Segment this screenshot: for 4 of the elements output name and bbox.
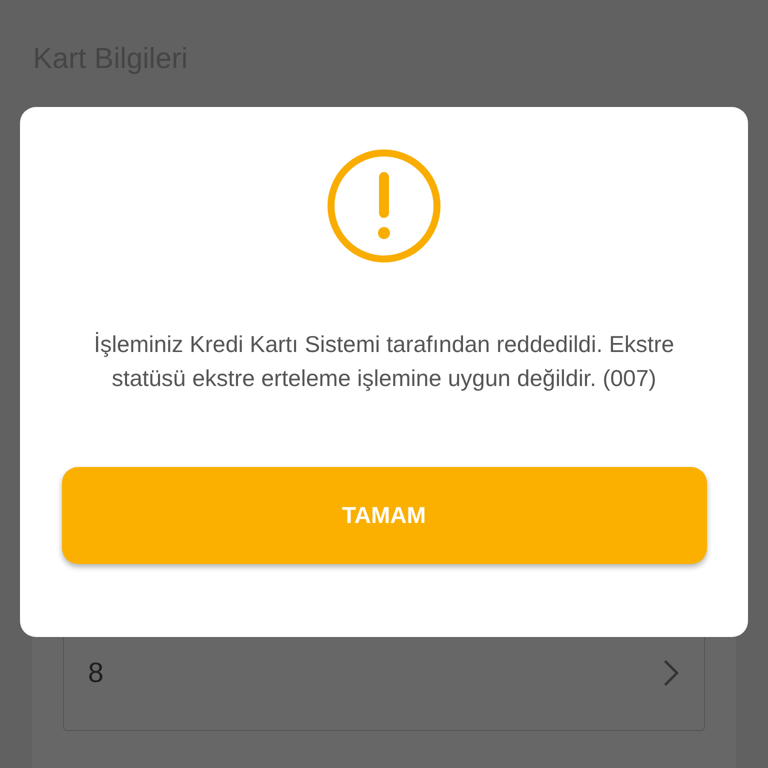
chevron-right-icon bbox=[662, 658, 680, 688]
error-message: İşleminiz Kredi Kartı Sistemi tarafından reddedildi. Ekstre statüsü ekstre erteleme işlemine uygun değildir. (007) bbox=[92, 330, 676, 393]
ok-button[interactable]: TAMAM bbox=[62, 467, 706, 564]
warning-icon bbox=[326, 148, 442, 264]
